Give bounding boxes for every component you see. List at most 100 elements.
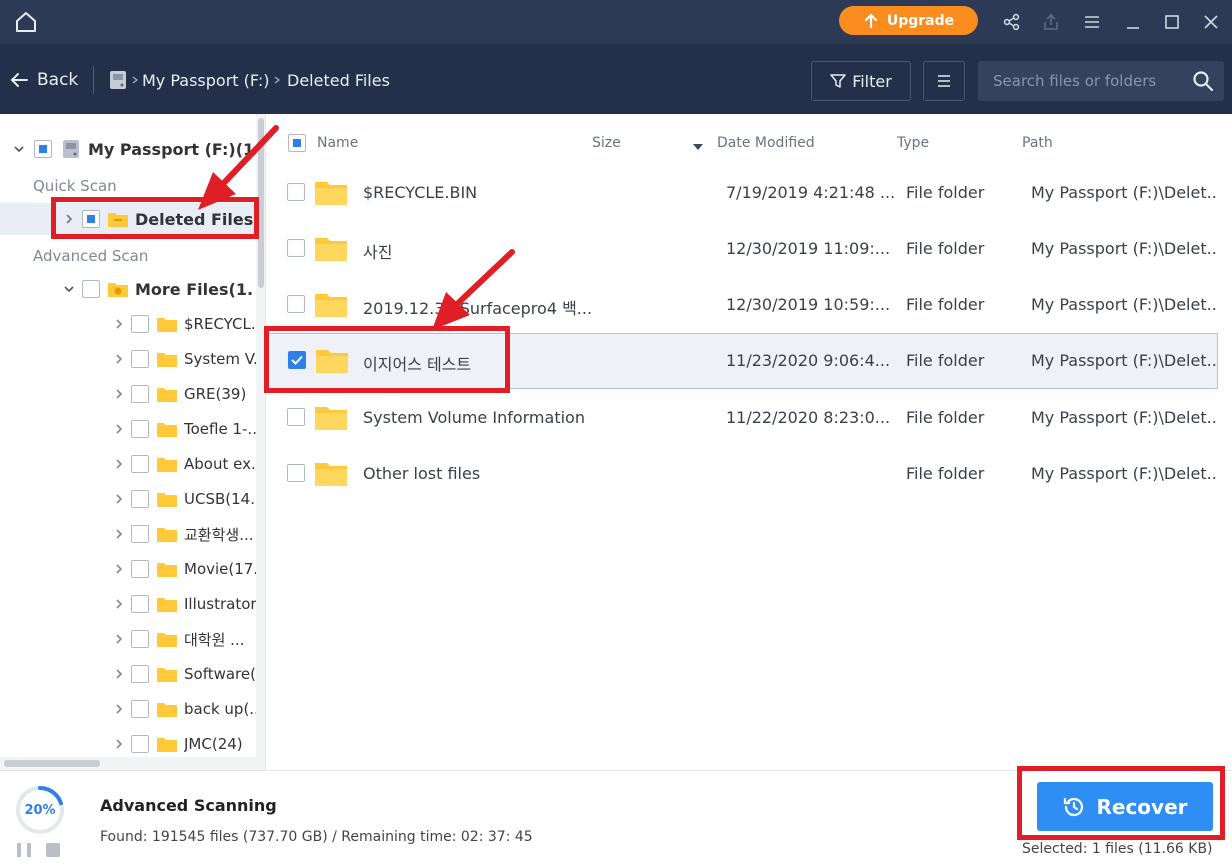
- chevron-right-icon[interactable]: [112, 352, 126, 366]
- folder-icon: [157, 703, 177, 717]
- row-checkbox[interactable]: [287, 183, 305, 201]
- search-input[interactable]: [978, 61, 1178, 101]
- column-header-size[interactable]: Size: [592, 135, 621, 151]
- tree-checkbox[interactable]: [131, 525, 149, 543]
- tree-checkbox-root[interactable]: [34, 140, 52, 158]
- file-name: 사진: [363, 243, 393, 262]
- file-list-header: Name Size Date Modified Type Path: [267, 114, 1232, 172]
- file-path: My Passport (F:)\Delet...: [1031, 464, 1216, 483]
- upgrade-button[interactable]: Upgrade: [839, 6, 978, 35]
- chevron-right-icon[interactable]: [112, 422, 126, 436]
- chevron-down-icon[interactable]: [62, 282, 76, 296]
- row-checkbox[interactable]: [287, 295, 305, 313]
- minimize-button[interactable]: [1119, 8, 1147, 36]
- chevron-right-icon[interactable]: [112, 597, 126, 611]
- close-button[interactable]: [1197, 8, 1225, 36]
- maximize-button[interactable]: [1158, 8, 1186, 36]
- column-header-date-modified[interactable]: Date Modified: [717, 135, 815, 151]
- tree-checkbox-more-files[interactable]: [82, 280, 100, 298]
- chevron-right-icon[interactable]: [112, 457, 126, 471]
- tree-checkbox[interactable]: [131, 350, 149, 368]
- tree-item-folder[interactable]: Toefle 1-...: [112, 413, 258, 445]
- export-button[interactable]: [1037, 8, 1065, 36]
- file-name: Other lost files: [363, 464, 481, 483]
- tree-item-folder[interactable]: Illustrator: [112, 588, 258, 620]
- chevron-right-icon[interactable]: [112, 317, 126, 331]
- view-menu-button[interactable]: [923, 61, 965, 101]
- column-header-name[interactable]: Name: [317, 135, 358, 151]
- breadcrumb-drive[interactable]: My Passport (F:): [108, 68, 269, 92]
- filter-button[interactable]: Filter: [811, 61, 911, 101]
- file-row[interactable]: 사진 12/30/2019 11:09:... File folder My P…: [267, 221, 1218, 277]
- column-header-type[interactable]: Type: [897, 135, 929, 151]
- tree-checkbox[interactable]: [131, 595, 149, 613]
- scrollbar-thumb[interactable]: [4, 760, 100, 767]
- row-checkbox[interactable]: [287, 239, 305, 257]
- hamburger-icon: [1085, 16, 1099, 28]
- tree-item-root[interactable]: My Passport (F:)(1...: [12, 133, 265, 165]
- folder-icon: [315, 294, 347, 317]
- select-all-checkbox[interactable]: [288, 134, 306, 152]
- file-row[interactable]: 2019.12.30 Surfacepro4 백... 12/30/2019 1…: [267, 277, 1218, 333]
- breadcrumb-deleted-files[interactable]: Deleted Files: [287, 68, 390, 92]
- back-button[interactable]: Back: [10, 68, 78, 92]
- tree-item-folder[interactable]: 대학원 ...: [112, 623, 258, 655]
- tree-checkbox[interactable]: [131, 455, 149, 473]
- file-path: My Passport (F:)\Delet...: [1031, 295, 1216, 314]
- tree-checkbox[interactable]: [131, 315, 149, 333]
- tree-item-more-files[interactable]: More Files(1...: [62, 273, 253, 305]
- chevron-right-icon: [274, 76, 280, 84]
- annotation-box-deleted-files: [51, 197, 259, 239]
- chevron-right-icon[interactable]: [112, 702, 126, 716]
- folder-icon: [157, 633, 177, 647]
- chevron-right-icon[interactable]: [112, 387, 126, 401]
- row-checkbox[interactable]: [287, 464, 305, 482]
- tree-item-folder[interactable]: System V...: [112, 343, 258, 375]
- tree-item-folder[interactable]: JMC(24): [112, 728, 258, 760]
- tree-item-folder[interactable]: About ex...: [112, 448, 258, 480]
- chevron-right-icon[interactable]: [112, 492, 126, 506]
- file-row[interactable]: Other lost files File folder My Passport…: [267, 446, 1218, 502]
- chevron-right-icon[interactable]: [112, 737, 126, 751]
- chevron-right-icon[interactable]: [112, 667, 126, 681]
- tree-item-folder[interactable]: back up(...: [112, 693, 258, 725]
- tree-item-folder[interactable]: Movie(17...: [112, 553, 258, 585]
- search-icon[interactable]: [1192, 70, 1214, 92]
- tree-checkbox[interactable]: [131, 665, 149, 683]
- file-type: File folder: [906, 464, 985, 483]
- chevron-right-icon[interactable]: [112, 527, 126, 541]
- stop-icon[interactable]: [46, 843, 60, 857]
- tree-checkbox[interactable]: [131, 385, 149, 403]
- toolbar: Back My Passport (F:) Deleted Files Filt…: [0, 44, 1232, 114]
- row-checkbox[interactable]: [287, 408, 305, 426]
- sidebar-horizontal-scrollbar[interactable]: [0, 757, 256, 770]
- tree-checkbox[interactable]: [131, 630, 149, 648]
- drive-icon: [110, 71, 126, 89]
- share-button[interactable]: [998, 8, 1026, 36]
- folder-icon: [157, 353, 177, 367]
- tree-checkbox[interactable]: [131, 735, 149, 753]
- chevron-down-icon[interactable]: [12, 142, 26, 156]
- folder-icon: [157, 423, 177, 437]
- file-row[interactable]: $RECYCLE.BIN 7/19/2019 4:21:48 ... File …: [267, 165, 1218, 221]
- tree-checkbox[interactable]: [131, 490, 149, 508]
- tree-folder-label: 교환학생...: [184, 525, 254, 544]
- tree-checkbox[interactable]: [131, 560, 149, 578]
- arrow-up-icon: [864, 12, 877, 28]
- tree-item-folder[interactable]: 교환학생...: [112, 518, 258, 550]
- tree-checkbox[interactable]: [131, 700, 149, 718]
- pause-icon[interactable]: [15, 842, 35, 858]
- file-row[interactable]: System Volume Information 11/22/2020 8:2…: [267, 390, 1218, 446]
- tree-item-folder[interactable]: $RECYCL...: [112, 308, 258, 340]
- drive-icon: [63, 140, 79, 158]
- folder-icon: [157, 318, 177, 332]
- tree-checkbox[interactable]: [131, 420, 149, 438]
- home-button[interactable]: [12, 8, 40, 36]
- tree-item-folder[interactable]: GRE(39): [112, 378, 258, 410]
- tree-item-folder[interactable]: UCSB(14...: [112, 483, 258, 515]
- chevron-right-icon[interactable]: [112, 632, 126, 646]
- tree-item-folder[interactable]: Software(...: [112, 658, 258, 690]
- column-header-path[interactable]: Path: [1022, 135, 1053, 151]
- menu-button[interactable]: [1078, 8, 1106, 36]
- chevron-right-icon[interactable]: [112, 562, 126, 576]
